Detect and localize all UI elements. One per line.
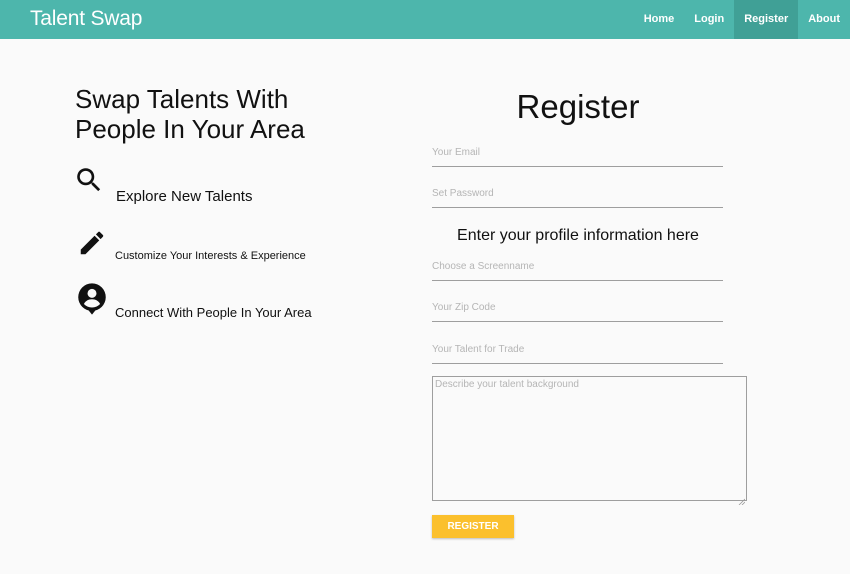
nav-link-register[interactable]: Register [734, 0, 799, 39]
nav-link-about[interactable]: About [798, 0, 850, 39]
resize-grip-icon[interactable] [738, 492, 746, 506]
email-input[interactable] [432, 142, 723, 163]
page-headline: Swap Talents With People In Your Area [75, 84, 375, 144]
screenname-field[interactable] [432, 256, 723, 281]
feature-connect-text: Connect With People In Your Area [115, 305, 312, 320]
nav-links: Home Login Register About [634, 0, 850, 39]
pencil-icon [77, 228, 107, 263]
talent-background-textarea[interactable] [433, 377, 744, 498]
talent-field[interactable] [432, 339, 723, 364]
navbar: Talent Swap Home Login Register About [0, 0, 850, 39]
screenname-input[interactable] [432, 256, 723, 277]
feature-column: Swap Talents With People In Your Area Ex… [75, 84, 375, 320]
talent-input[interactable] [432, 339, 723, 360]
headline-line-2: People In Your Area [75, 114, 305, 144]
email-field[interactable] [432, 142, 723, 167]
register-button[interactable]: REGISTER [432, 515, 514, 538]
brand-logo[interactable]: Talent Swap [30, 7, 142, 31]
feature-customize-text: Customize Your Interests & Experience [115, 250, 306, 262]
password-field[interactable] [432, 183, 723, 208]
account-location-icon [77, 282, 107, 321]
zip-code-field[interactable] [432, 297, 723, 322]
zip-code-input[interactable] [432, 297, 723, 318]
password-input[interactable] [432, 183, 723, 204]
talent-background-field[interactable] [432, 376, 747, 506]
profile-heading: Enter your profile information here [457, 227, 699, 244]
headline-line-1: Swap Talents With [75, 84, 289, 114]
nav-link-home[interactable]: Home [634, 0, 685, 39]
feature-explore-text: Explore New Talents [116, 188, 253, 205]
nav-link-login[interactable]: Login [684, 0, 734, 39]
form-title: Register [516, 88, 640, 125]
search-icon [77, 168, 107, 203]
